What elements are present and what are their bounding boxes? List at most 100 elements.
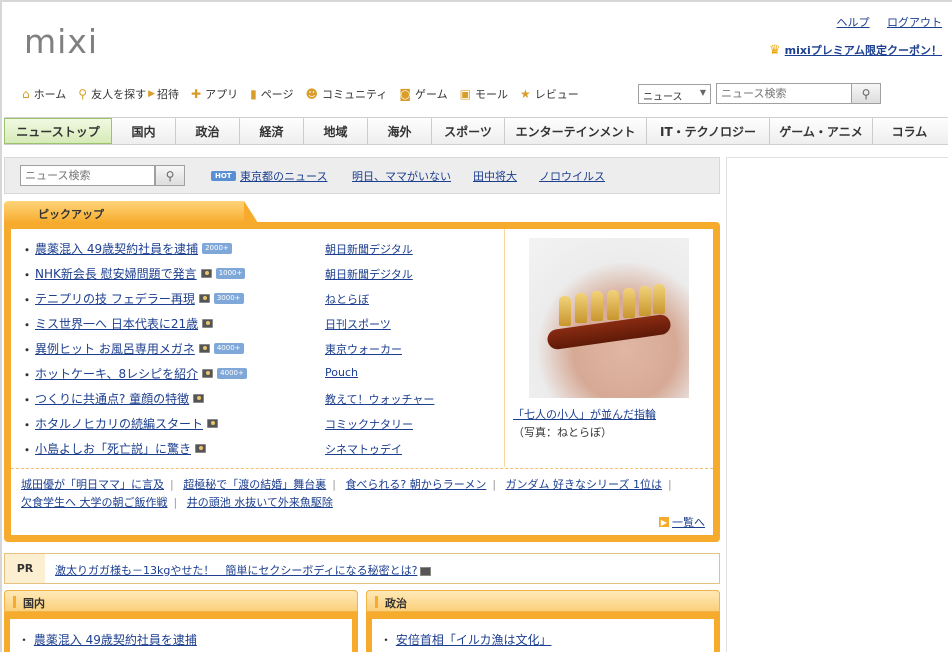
tab-sports[interactable]: スポーツ (432, 118, 505, 144)
figure-shape (623, 288, 635, 318)
search-scope-select[interactable]: ニュース ▼ (638, 84, 711, 104)
photo-caption: 「七人の小人」が並んだ指輪 （写真：ねとらぼ） (513, 406, 709, 442)
nav-pages[interactable]: ▮ ページ (250, 86, 293, 102)
more-link[interactable]: 井の頭池 水抜いて外来魚駆除 (187, 496, 333, 509)
pickup-headline[interactable]: つくりに共通点? 童顔の特徴 (35, 392, 189, 406)
more-link[interactable]: 欠食学生へ 大学の朝ご飯作戦 (21, 496, 168, 509)
tab-domestic[interactable]: 国内 (112, 118, 176, 144)
pickup-headline[interactable]: 異例ヒット お風呂専用メガネ (35, 342, 195, 356)
tab-overseas[interactable]: 海外 (368, 118, 432, 144)
nav-games[interactable]: ◙ ゲーム (399, 86, 447, 102)
nav-community[interactable]: ☻ コミュニティ (305, 86, 387, 102)
camera-icon (200, 269, 212, 278)
news-search-button[interactable]: ⚲ (155, 165, 185, 186)
more-link[interactable]: 城田優が「明日ママ」に言及 (21, 478, 164, 491)
pickup-source[interactable]: 朝日新聞デジタル (325, 266, 413, 282)
help-link[interactable]: ヘルプ (837, 16, 870, 29)
header-news-search-input[interactable] (716, 83, 852, 104)
pickup-headline[interactable]: テニプリの技 フェデラー再現 (35, 292, 195, 306)
news-search-input[interactable] (20, 165, 155, 186)
pickup-headline[interactable]: ミス世界一へ 日本代表に21歳 (35, 317, 198, 331)
pickup-source[interactable]: シネマトゥデイ (325, 441, 402, 457)
pickup-source[interactable]: 朝日新聞デジタル (325, 241, 413, 257)
header-bar (375, 596, 378, 608)
tab-region[interactable]: 地域 (304, 118, 368, 144)
tab-politics[interactable]: 政治 (176, 118, 240, 144)
window-left-border (0, 0, 2, 652)
pickup-source[interactable]: ねとらぼ (325, 291, 369, 307)
more-links-row: 城田優が「明日ママ」に言及 | 超極秘で「渡の結婚」舞台裏 | 食べられる? 朝から… (21, 478, 672, 491)
tab-column[interactable]: コラム (873, 118, 946, 144)
figure-shape (575, 293, 587, 323)
premium-coupon[interactable]: ♛ mixiプレミアム限定クーポン！ (769, 42, 942, 58)
photo-credit: （写真：ねとらぼ） (513, 426, 612, 439)
bullet: ・ (21, 293, 34, 307)
header-bar (13, 596, 16, 608)
more-links-row: 欠食学生へ 大学の朝ご飯作戦 | 井の頭池 水抜いて外来魚駆除 (21, 496, 333, 509)
pickup-headline[interactable]: 小島よしお「死亡説」に驚き (35, 442, 191, 456)
pickup-list: ・ 農薬混入 49歳契約社員を逮捕 2000+ 朝日新聞デジタル ・ NHK新会長… (11, 229, 505, 467)
coupon-link[interactable]: mixiプレミアム限定クーポン！ (785, 42, 942, 58)
category-box-header: 国内 (4, 590, 358, 612)
nav-games-label: ゲーム (414, 88, 448, 101)
pickup-headline[interactable]: ホタルノヒカリの続編スタート (35, 417, 203, 431)
nav-invite-label[interactable]: 招待 (157, 86, 179, 102)
pickup-source[interactable]: 教えて！ウォッチャー (325, 391, 434, 407)
pickup-more-links: 城田優が「明日ママ」に言及 | 超極秘で「渡の結婚」舞台裏 | 食べられる? 朝から… (11, 468, 713, 535)
pr-banner: PR 激太りガガ様も－13kgやせた！ 簡単にセクシーボディになる秘密とは? (4, 553, 720, 584)
figure-shape (639, 286, 651, 316)
pickup-source[interactable]: 東京ウォーカー (325, 341, 402, 357)
category-headline[interactable]: 安倍首相「イルカ漁は文化」 (396, 633, 552, 647)
gamepad-icon: ◙ (399, 87, 411, 101)
comment-count-badge: 3000+ (213, 293, 244, 304)
pr-text-row: 激太りガガ様も－13kgやせた！ 簡単にセクシーボディになる秘密とは? (55, 562, 432, 578)
camera-icon (420, 566, 432, 576)
category-box-body: ・ 安倍首相「イルカ漁は文化」 (372, 619, 714, 652)
figure-shape (607, 290, 619, 320)
window-top-border (0, 0, 952, 2)
mixi-logo[interactable]: mixi (24, 24, 98, 60)
search-icon: ⚲ (78, 87, 88, 101)
search-icon: ⚲ (165, 168, 175, 183)
pickup-source[interactable]: コミックナタリー (325, 416, 413, 432)
tab-games-anime[interactable]: ゲーム・アニメ (770, 118, 873, 144)
photo-caption-link[interactable]: 「七人の小人」が並んだ指輪 (513, 406, 709, 424)
hot-link[interactable]: 東京都のニュース (240, 168, 327, 184)
bullet: ・ (21, 368, 34, 382)
tab-news-top[interactable]: ニューストップ (4, 118, 112, 144)
pickup-headline[interactable]: NHK新会長 慰安婦問題で発言 (35, 267, 197, 281)
top-links: ヘルプ ログアウト (823, 14, 943, 30)
view-all[interactable]: ▶ 一覧へ (659, 514, 705, 530)
tab-economy[interactable]: 経済 (240, 118, 304, 144)
nav-review[interactable]: ★ レビュー (520, 86, 579, 102)
nav-apps[interactable]: ✚ アプリ (191, 86, 238, 102)
pr-link[interactable]: 激太りガガ様も－13kgやせた！ 簡単にセクシーボディになる秘密とは? (55, 564, 417, 577)
nav-mall[interactable]: ▣ モール (460, 86, 508, 102)
logout-link[interactable]: ログアウト (887, 16, 942, 29)
puzzle-icon: ✚ (191, 87, 202, 101)
category-headline[interactable]: 農薬混入 49歳契約社員を逮捕 (34, 633, 197, 647)
header-search-button[interactable]: ⚲ (851, 83, 881, 104)
nav-home-label: ホーム (33, 88, 67, 101)
nav-find-friends[interactable]: ⚲ 友人を探す ▶ 招待 (78, 86, 179, 102)
more-link[interactable]: 超極秘で「渡の結婚」舞台裏 (183, 478, 326, 491)
hot-link[interactable]: ノロウイルス (539, 168, 605, 184)
nav-home[interactable]: ⌂ ホーム (22, 86, 66, 102)
hot-link[interactable]: 田中将大 (473, 168, 517, 184)
bullet: ・ (21, 243, 34, 257)
star-icon: ★ (520, 87, 531, 101)
view-all-link[interactable]: 一覧へ (672, 514, 705, 530)
tab-entertainment[interactable]: エンターテインメント (505, 118, 647, 144)
more-link[interactable]: ガンダム 好きなシリーズ 1位は (506, 478, 662, 491)
pickup-photo-ring[interactable] (529, 238, 689, 398)
pickup-source[interactable]: Pouch (325, 366, 358, 379)
hot-link[interactable]: 明日、ママがいない (352, 168, 451, 184)
pickup-headline[interactable]: ホットケーキ、8レシピを紹介 (35, 367, 198, 381)
home-icon: ⌂ (22, 87, 30, 101)
figure-shape (559, 296, 571, 326)
more-link[interactable]: 食べられる? 朝からラーメン (345, 478, 486, 491)
tab-it-technology[interactable]: IT・テクノロジー (647, 118, 770, 144)
pickup-headline[interactable]: 農薬混入 49歳契約社員を逮捕 (35, 242, 198, 256)
pickup-source[interactable]: 日刊スポーツ (325, 316, 391, 332)
category-tabs: ニューストップ 国内 政治 経済 地域 海外 スポーツ エンターテインメント I… (4, 117, 948, 145)
